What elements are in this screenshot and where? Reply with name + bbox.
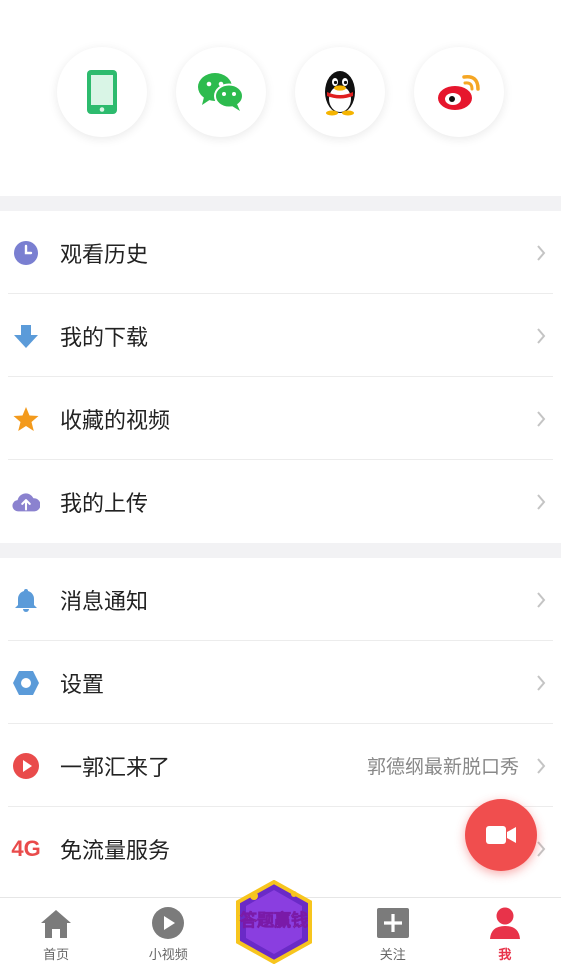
menu-item-label: 一郭汇来了: [60, 755, 171, 781]
phone-icon: [86, 70, 117, 114]
4g-icon: 4G: [11, 835, 41, 861]
chevron-right-icon: [533, 674, 549, 691]
section-gap: [0, 196, 561, 211]
clock-icon: [12, 239, 40, 267]
menu-item-label: 免流量服务: [60, 838, 171, 864]
star-icon: [12, 405, 40, 433]
wechat-icon: [197, 73, 244, 111]
weibo-icon: [438, 75, 481, 110]
play-circle-icon: [12, 752, 40, 780]
person-icon: [489, 907, 520, 939]
menu-item-label: 收藏的视频: [60, 408, 171, 434]
wechat-login-button[interactable]: [175, 47, 266, 137]
tab-me[interactable]: 我: [449, 898, 561, 969]
quiz-promo-text: 答题赢钱: [240, 910, 308, 931]
tab-label: 小视频: [148, 948, 188, 963]
tab-home[interactable]: 首页: [0, 898, 112, 969]
chevron-right-icon: [533, 410, 549, 427]
menu-group-primary: 观看历史 我的下载 收藏的视频 我的上传: [0, 211, 561, 543]
login-options: [0, 0, 561, 196]
menu-item-label: 观看历史: [60, 242, 149, 268]
weibo-login-button[interactable]: [414, 47, 505, 137]
home-icon: [41, 910, 72, 938]
menu-item-guo-show[interactable]: 一郭汇来了 郭德纲最新脱口秀: [0, 724, 561, 807]
section-gap: [0, 543, 561, 558]
menu-item-my-downloads[interactable]: 我的下载: [0, 294, 561, 377]
menu-item-label: 消息通知: [60, 589, 149, 615]
tab-following[interactable]: 关注: [337, 898, 449, 969]
quiz-promo-icon: 答题赢钱: [236, 879, 312, 965]
record-video-fab[interactable]: [465, 799, 537, 871]
menu-item-my-uploads[interactable]: 我的上传: [0, 460, 561, 543]
download-arrow-icon: [12, 322, 40, 350]
qq-login-button[interactable]: [295, 47, 386, 137]
tab-label: 关注: [379, 948, 406, 963]
tab-label: 首页: [43, 948, 70, 963]
tab-label: 我: [498, 948, 512, 963]
menu-item-settings[interactable]: 设置: [0, 641, 561, 724]
play-circle-icon: [152, 907, 185, 939]
cloud-upload-icon: [12, 488, 40, 516]
qq-penguin-icon: [325, 71, 356, 116]
phone-login-button[interactable]: [56, 47, 147, 137]
menu-item-watch-history[interactable]: 观看历史: [0, 211, 561, 294]
video-camera-icon: [486, 826, 516, 844]
chevron-right-icon: [533, 493, 549, 510]
plus-square-icon: [376, 908, 409, 938]
bell-icon: [12, 586, 40, 614]
quiz-promo-button[interactable]: 答题赢钱: [232, 879, 316, 965]
menu-item-label: 我的上传: [60, 491, 149, 517]
menu-item-subtitle: 郭德纲最新脱口秀: [366, 756, 519, 778]
chevron-right-icon: [533, 757, 549, 774]
chevron-right-icon: [533, 591, 549, 608]
menu-item-label: 我的下载: [60, 325, 149, 351]
chevron-right-icon: [533, 327, 549, 344]
hexagon-settings-icon: [12, 669, 40, 697]
menu-item-favorite-videos[interactable]: 收藏的视频: [0, 377, 561, 460]
tab-short-video[interactable]: 小视频: [112, 898, 224, 969]
menu-item-label: 设置: [60, 672, 105, 698]
menu-item-notifications[interactable]: 消息通知: [0, 558, 561, 641]
chevron-right-icon: [533, 244, 549, 261]
